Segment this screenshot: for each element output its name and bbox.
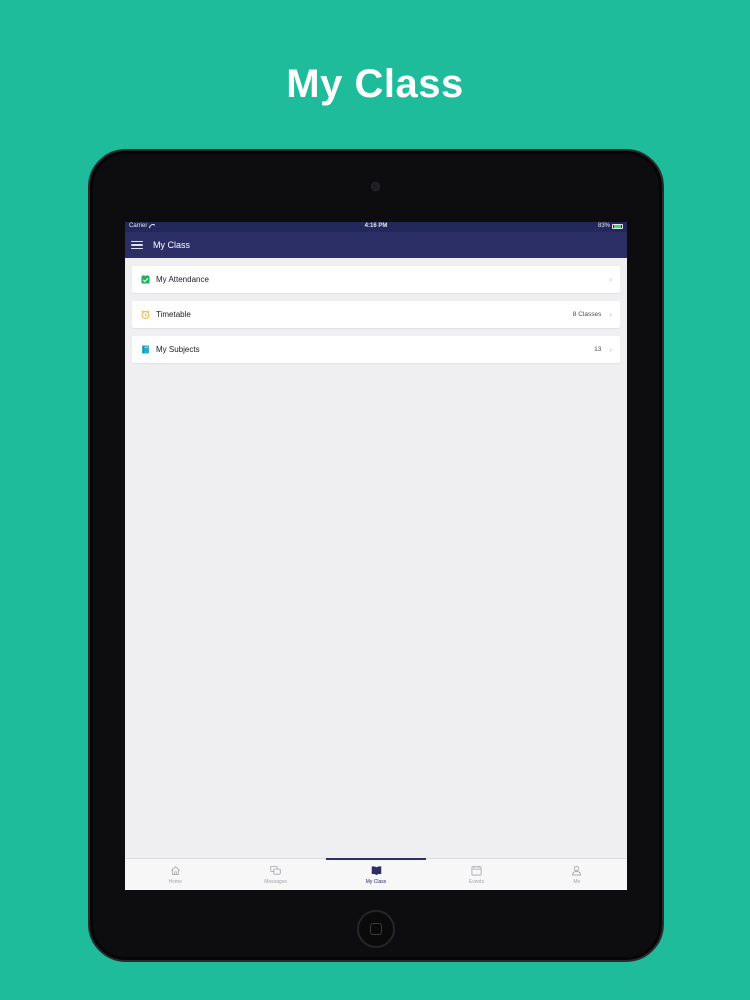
tab-bar: Home Messages My Class Events Me — [125, 858, 627, 890]
tab-me[interactable]: Me — [527, 859, 627, 890]
promo-title: My Class — [286, 62, 464, 106]
chevron-right-icon: › — [609, 310, 612, 319]
calendar-icon — [471, 865, 482, 875]
status-time: 4:16 PM — [364, 223, 388, 229]
hamburger-menu-icon[interactable] — [131, 240, 143, 250]
tab-label: Home — [168, 878, 182, 885]
chevron-right-icon: › — [609, 275, 612, 284]
status-bar: Carrier 4:16 PM 83% — [125, 222, 627, 232]
tab-label: Events — [468, 878, 485, 885]
alarm-clock-icon — [141, 310, 150, 319]
tab-label: My Class — [365, 878, 387, 885]
user-icon — [572, 865, 582, 875]
list-item-label: My Subjects — [156, 345, 200, 354]
messages-icon — [270, 865, 281, 875]
book-icon — [142, 345, 149, 354]
battery-icon — [612, 223, 623, 229]
tab-home[interactable]: Home — [125, 859, 225, 890]
attendance-check-icon — [141, 275, 150, 284]
nav-title: My Class — [153, 240, 191, 250]
list-item-timetable[interactable]: Timetable 8 Classes › — [132, 301, 620, 328]
camera-icon — [371, 182, 380, 191]
open-book-icon — [371, 865, 381, 875]
tab-my-class[interactable]: My Class — [325, 858, 427, 890]
tablet-frame: Carrier 4:16 PM 83% My Class My Attendan… — [88, 149, 664, 962]
list-item-label: My Attendance — [156, 275, 209, 284]
list-item-label: Timetable — [156, 310, 191, 319]
nav-bar: My Class — [125, 232, 627, 258]
list-item-detail: 13 — [594, 346, 602, 353]
chevron-right-icon: › — [609, 345, 612, 354]
tab-events[interactable]: Events — [426, 859, 526, 890]
tab-messages[interactable]: Messages — [225, 859, 325, 890]
tab-label: Me — [573, 878, 581, 885]
class-menu-list: My Attendance › Timetable 8 Classes › My… — [125, 258, 627, 363]
tab-label: Messages — [264, 878, 287, 885]
battery-percent: 83% — [597, 223, 610, 229]
list-item-my-subjects[interactable]: My Subjects 13 › — [132, 336, 620, 363]
list-item-detail: 8 Classes — [572, 311, 602, 318]
app-screen: Carrier 4:16 PM 83% My Class My Attendan… — [125, 222, 627, 890]
device-home-button — [357, 910, 395, 948]
list-item-my-attendance[interactable]: My Attendance › — [132, 266, 620, 293]
home-icon — [170, 865, 180, 875]
